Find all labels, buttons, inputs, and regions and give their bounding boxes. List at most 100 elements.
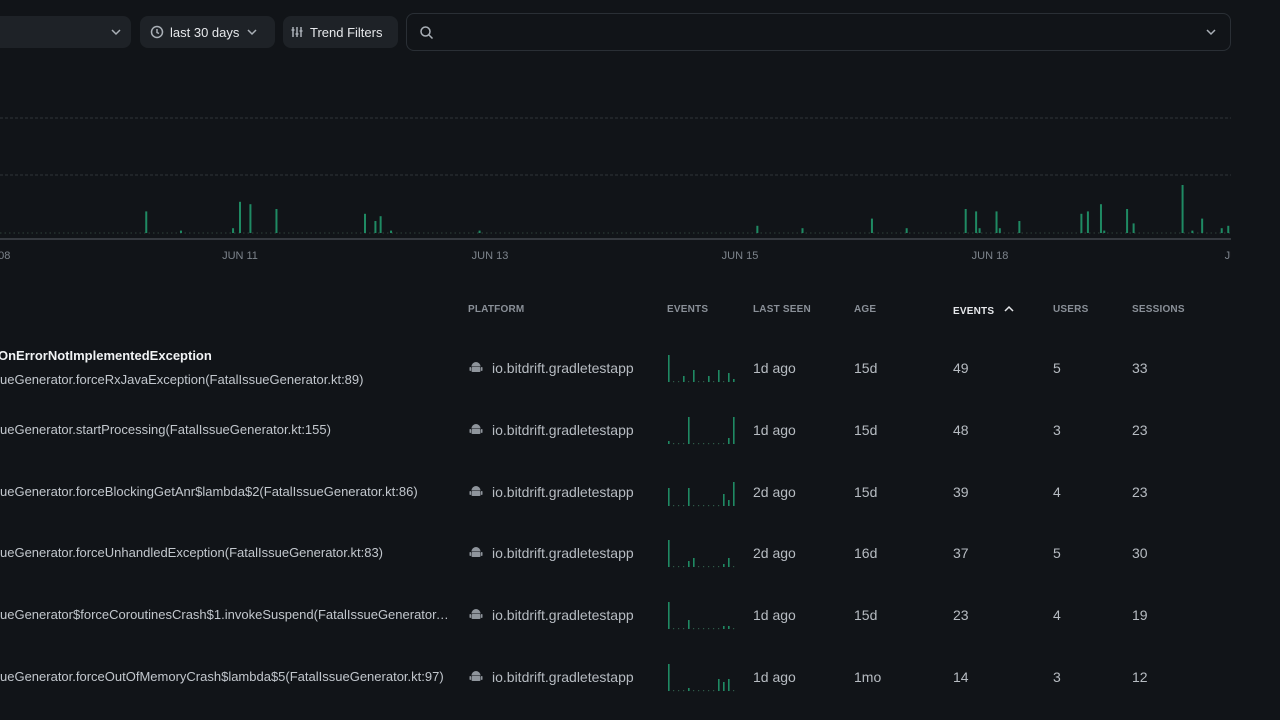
chart-bar[interactable]	[1181, 185, 1184, 233]
android-icon	[469, 362, 483, 372]
header-users[interactable]: USERS	[1053, 304, 1088, 315]
search-input[interactable]	[442, 24, 1204, 40]
search-icon	[420, 25, 434, 39]
issue-location: ueGenerator$forceCoroutinesCrash$1.invok…	[0, 607, 452, 623]
chart-bar[interactable]	[1103, 230, 1106, 233]
chart-bar[interactable]	[1191, 230, 1194, 233]
sparkline-dot	[678, 504, 680, 506]
chart-bar[interactable]	[390, 230, 393, 233]
sparkline-bar	[688, 416, 690, 444]
chart-bar[interactable]	[478, 230, 481, 233]
age: 15d	[854, 483, 878, 500]
issue-row[interactable]: ueGenerator.forceOutOfMemoryCrash$lambda…	[0, 645, 1280, 707]
sparkline-dot	[683, 566, 685, 568]
sparkline-dot	[693, 690, 695, 692]
sparkline-dot	[683, 628, 685, 630]
chart-bar[interactable]	[975, 211, 978, 233]
sparkline-dot	[723, 442, 725, 444]
chart-bar[interactable]	[756, 225, 759, 233]
event-count: 23	[953, 607, 969, 624]
sparkline-bar	[683, 376, 685, 382]
chart-bar[interactable]	[275, 209, 278, 233]
android-icon	[469, 609, 483, 620]
sparkline-dot	[718, 566, 720, 568]
platform-name: io.bitdrift.gradletestapp	[492, 360, 634, 376]
trend-filters-button[interactable]: Trend Filters	[283, 16, 398, 48]
sparkline-dot	[698, 628, 700, 630]
chart-bar[interactable]	[374, 221, 377, 233]
chevron-down-icon[interactable]	[1204, 25, 1218, 39]
x-tick-label: JUN 13	[471, 250, 509, 262]
chart-bar[interactable]	[1132, 223, 1135, 233]
user-count: 5	[1053, 360, 1061, 376]
sparkline-dot	[673, 442, 675, 444]
header-age[interactable]: AGE	[854, 304, 876, 315]
chart-bar[interactable]	[239, 201, 241, 233]
sparkline-bar	[668, 355, 670, 382]
header-last-seen[interactable]: LAST SEEN	[753, 304, 811, 315]
time-range-select[interactable]: last 30 days	[140, 16, 275, 48]
issue-location: ueGenerator.forceBlockingGetAnr$lambda$2…	[0, 483, 418, 499]
sparkline-dot	[678, 442, 680, 444]
events-chart-plot	[0, 117, 1231, 240]
chart-bar[interactable]	[1220, 228, 1223, 233]
chart-bar[interactable]	[379, 216, 382, 233]
platform-name: io.bitdrift.gradletestapp	[492, 545, 634, 562]
last-seen: 2d ago	[753, 545, 796, 562]
chart-bar[interactable]	[1086, 211, 1089, 233]
events-sparkline	[668, 416, 735, 444]
chart-bar[interactable]	[978, 228, 981, 233]
chart-bar[interactable]	[364, 213, 366, 233]
chart-bar[interactable]	[1227, 225, 1230, 233]
user-count: 3	[1053, 421, 1061, 438]
sparkline-dot	[698, 381, 700, 383]
issue-location: ueGenerator.forceRxJavaException(FatalIs…	[0, 372, 364, 387]
sparkline-dot	[688, 381, 690, 383]
events-sparkline	[668, 602, 735, 630]
chart-bar[interactable]	[1126, 209, 1129, 233]
chart-bar[interactable]	[870, 218, 873, 233]
search-box[interactable]	[406, 13, 1231, 51]
age: 15d	[854, 360, 878, 376]
sparkline-dot	[733, 690, 735, 692]
x-tick-label: JUN 08	[0, 250, 11, 262]
chart-bar[interactable]	[801, 228, 804, 233]
sparkline-bar	[688, 487, 690, 506]
sparkline-bar	[688, 561, 690, 568]
chart-bar[interactable]	[905, 228, 908, 233]
chart-bar[interactable]	[1080, 213, 1083, 233]
session-count: 30	[1132, 545, 1148, 562]
sparkline-bar	[728, 626, 730, 630]
header-platform[interactable]: PLATFORM	[468, 304, 524, 315]
project-select[interactable]	[0, 16, 131, 48]
android-icon	[469, 423, 483, 434]
sparkline-dot	[673, 504, 675, 506]
header-sessions[interactable]: SESSIONS	[1132, 304, 1185, 315]
chart-bar[interactable]	[179, 230, 182, 233]
sparkline-bar	[688, 688, 690, 691]
issue-row[interactable]: ueGenerator$forceCoroutinesCrash$1.invok…	[0, 583, 1280, 645]
sparkline-dot	[708, 628, 710, 630]
age: 16d	[854, 545, 878, 562]
chart-bar[interactable]	[232, 228, 235, 233]
chart-bar[interactable]	[998, 228, 1001, 233]
sparkline-bar	[728, 437, 730, 444]
chart-bar[interactable]	[1201, 218, 1204, 233]
issue-row[interactable]: ueGenerator.startProcessing(FatalIssueGe…	[0, 398, 1280, 460]
issue-row[interactable]: ueGenerator.forceBlockingGetAnr$lambda$2…	[0, 460, 1280, 522]
sparkline-dot	[713, 628, 715, 630]
chart-bar[interactable]	[1099, 204, 1102, 233]
issue-row[interactable]: ueGenerator.forceUnhandledException(Fata…	[0, 521, 1280, 583]
chart-bar[interactable]	[1018, 221, 1021, 233]
chart-bar[interactable]	[964, 209, 967, 233]
chart-bar[interactable]	[145, 211, 148, 233]
sparkline-dot	[708, 442, 710, 444]
android-icon	[469, 671, 483, 681]
chart-bar[interactable]	[249, 204, 252, 233]
header-events[interactable]: EVENTS	[953, 304, 1015, 317]
sparkline-bar	[723, 626, 725, 630]
session-count: 19	[1132, 607, 1148, 624]
issue-row[interactable]: OnErrorNotImplementedException ueGenerato…	[0, 336, 1280, 398]
chart-bar[interactable]	[995, 211, 998, 233]
issue-title[interactable]: OnErrorNotImplementedException	[0, 348, 212, 363]
